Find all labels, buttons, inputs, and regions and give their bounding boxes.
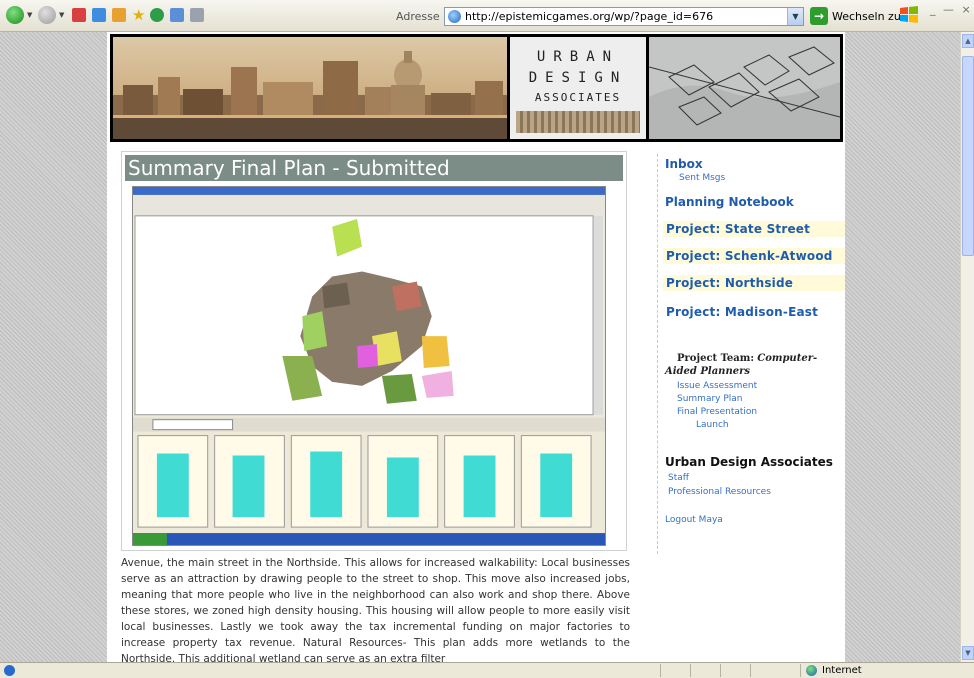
site-page: URBAN DESIGN ASSOCIATES Summary Final Pl…: [107, 32, 845, 662]
print-icon[interactable]: [190, 8, 204, 22]
address-label: Adresse: [396, 10, 440, 23]
windows-logo-icon: [900, 6, 918, 23]
project-team-label: Project Team:: [677, 353, 755, 364]
sidebar-item-planning-notebook[interactable]: Planning Notebook: [665, 195, 794, 209]
status-divider: [660, 664, 661, 677]
map-sketch-image: [649, 37, 840, 139]
site-banner: URBAN DESIGN ASSOCIATES: [110, 34, 843, 142]
page-viewport: URBAN DESIGN ASSOCIATES Summary Final Pl…: [0, 32, 960, 662]
sidebar-item-staff[interactable]: Staff: [668, 473, 689, 483]
logo-line-3: ASSOCIATES: [534, 91, 622, 104]
sidebar-item-launch[interactable]: Launch: [696, 420, 729, 430]
sidebar-item-sent-msgs[interactable]: Sent Msgs: [679, 173, 725, 183]
project-label: Project: State Street: [666, 222, 811, 236]
mail-icon[interactable]: [170, 8, 184, 22]
project-label: Project: Madison-East: [666, 305, 819, 319]
sidebar-item-project-madison-east[interactable]: Project: Madison-East: [663, 304, 845, 320]
go-button[interactable]: Wechseln zu: [832, 10, 901, 23]
page-title: Summary Final Plan - Submitted: [128, 156, 450, 180]
sidebar-nav: Inbox Sent Msgs Planning Notebook Projec…: [657, 154, 847, 554]
project-label: Project: Schenk-Atwood: [666, 249, 833, 263]
history-icon[interactable]: [150, 8, 164, 22]
scroll-up-icon[interactable]: ▲: [962, 34, 974, 48]
sidebar-item-inbox[interactable]: Inbox: [665, 157, 703, 171]
address-bar[interactable]: http://epistemicgames.org/wp/?page_id=67…: [444, 7, 804, 26]
site-logo[interactable]: URBAN DESIGN ASSOCIATES: [510, 37, 646, 139]
favorites-icon[interactable]: ★: [132, 8, 146, 23]
globe-icon: [806, 665, 817, 676]
project-team-info: Project Team: Computer-Aided Planners: [665, 352, 843, 378]
status-divider: [750, 664, 751, 677]
home-icon[interactable]: [112, 8, 126, 22]
status-divider: [720, 664, 721, 677]
title-bar: Summary Final Plan - Submitted: [125, 155, 623, 181]
logo-line-2: DESIGN: [528, 70, 628, 86]
vertical-scrollbar[interactable]: ▲ ▼: [960, 32, 974, 662]
stop-icon[interactable]: [72, 8, 86, 22]
security-zone-label: Internet: [822, 665, 862, 676]
sidebar-item-project-state-street[interactable]: Project: State Street: [663, 221, 845, 237]
logout-link[interactable]: Logout Maya: [665, 515, 723, 525]
page-status-icon: [4, 665, 15, 676]
sidebar-item-summary-plan[interactable]: Summary Plan: [677, 394, 743, 404]
back-dropdown-icon[interactable]: ▼: [27, 11, 32, 19]
refresh-icon[interactable]: [92, 8, 106, 22]
scroll-thumb[interactable]: [962, 56, 974, 256]
project-label: Project: Northside: [666, 276, 794, 290]
address-dropdown-icon[interactable]: ▼: [787, 8, 803, 25]
status-bar: Internet: [0, 662, 974, 678]
logo-line-1: URBAN: [536, 49, 620, 65]
page-icon: [448, 10, 461, 23]
status-divider: [800, 664, 801, 677]
sidebar-item-project-schenk-atwood[interactable]: Project: Schenk-Atwood: [663, 248, 845, 264]
city-skyline-image: [113, 37, 507, 139]
sidebar-item-issue-assessment[interactable]: Issue Assessment: [677, 381, 757, 391]
plan-description-text: Avenue, the main street in the Northside…: [121, 557, 630, 662]
forward-icon[interactable]: [38, 6, 56, 24]
window-controls[interactable]: _ — ×: [930, 3, 973, 16]
plan-screenshot-image: [132, 186, 606, 546]
sidebar-item-professional-resources[interactable]: Professional Resources: [668, 487, 771, 497]
browser-toolbar: ▼ ▼ ★ Adresse http://epistemicgames.org/…: [0, 0, 974, 32]
sidebar-item-project-northside[interactable]: Project: Northside: [663, 275, 845, 291]
address-url[interactable]: http://epistemicgames.org/wp/?page_id=67…: [465, 10, 713, 23]
sidebar-item-final-presentation[interactable]: Final Presentation: [677, 407, 757, 417]
forward-dropdown-icon[interactable]: ▼: [59, 11, 64, 19]
status-divider: [690, 664, 691, 677]
go-icon[interactable]: →: [810, 7, 828, 25]
uda-heading: Urban Design Associates: [665, 455, 833, 469]
scroll-down-icon[interactable]: ▼: [962, 646, 974, 660]
main-content: Summary Final Plan - Submitted: [121, 151, 627, 551]
back-icon[interactable]: [6, 6, 24, 24]
logo-skyline-strip: [516, 111, 640, 133]
